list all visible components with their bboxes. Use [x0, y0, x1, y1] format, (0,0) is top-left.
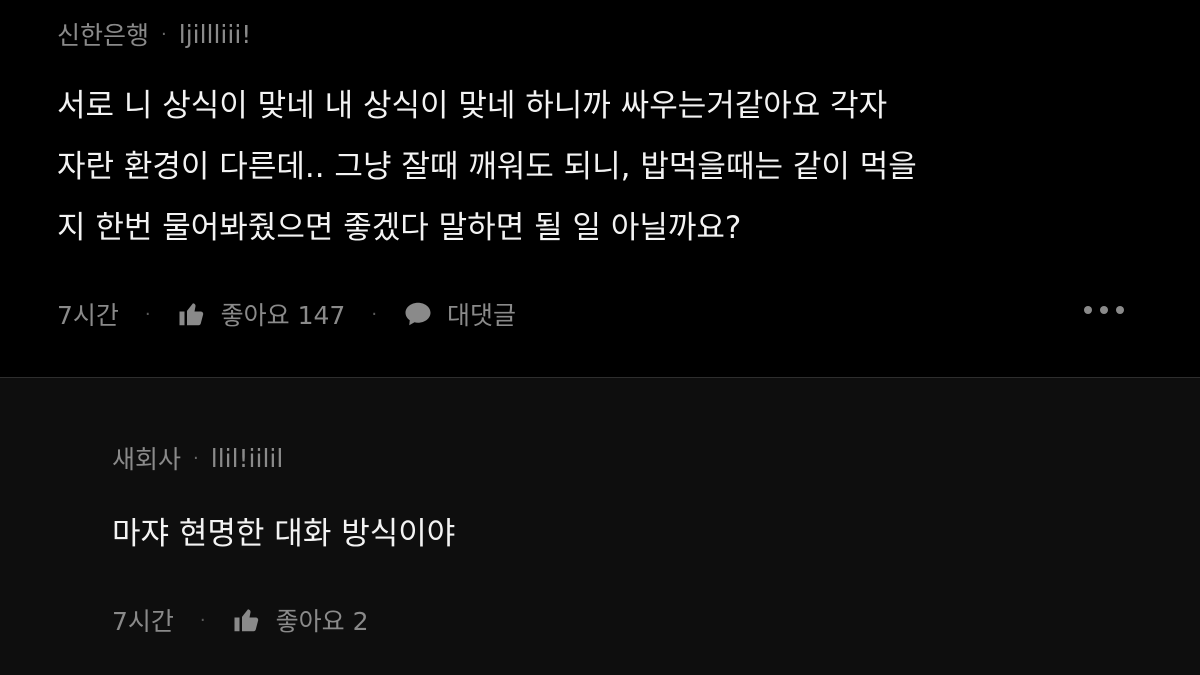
comment-actions: 7시간 · 좋아요 2 — [112, 602, 369, 638]
more-horizontal-icon — [1084, 306, 1092, 314]
more-horizontal-icon — [1100, 306, 1108, 314]
comment-time: 7시간 — [57, 301, 119, 330]
author-nickname[interactable]: llil!iilil — [211, 444, 284, 473]
action-separator: · — [371, 303, 378, 325]
reply-label: 대댓글 — [447, 301, 517, 330]
author-company[interactable]: 신한은행 — [57, 16, 149, 52]
comment-author: 새회사 · llil!iilil — [112, 440, 283, 476]
like-count-label: 좋아요 2 — [275, 607, 369, 636]
like-count-label: 좋아요 147 — [220, 301, 346, 330]
reply-comment-item: 새회사 · llil!iilil 마쟈 현명한 대화 방식이야 7시간 · 좋아… — [0, 378, 1200, 675]
comment-time: 7시간 — [112, 607, 174, 636]
author-nickname[interactable]: ljillliii! — [179, 20, 252, 49]
like-button[interactable]: 좋아요 2 — [232, 602, 369, 638]
comment-actions: 7시간 · 좋아요 147 · 대댓글 — [57, 296, 516, 332]
more-horizontal-icon — [1116, 306, 1124, 314]
thumbs-up-icon — [179, 303, 203, 326]
comment-author: 신한은행 · ljillliii! — [57, 16, 251, 52]
meta-separator: · — [161, 23, 167, 45]
like-button[interactable]: 좋아요 147 — [177, 296, 346, 332]
reply-button[interactable]: 대댓글 — [403, 296, 516, 332]
action-separator: · — [199, 609, 206, 631]
comment-text: 마쟈 현명한 대화 방식이야 — [112, 516, 456, 552]
comment-text: 서로 니 상식이 맞네 내 상식이 맞네 하니까 싸우는거같아요 각자 자란 환… — [57, 88, 917, 246]
more-options-button[interactable] — [1084, 300, 1124, 320]
comment-item: 신한은행 · ljillliii! 서로 니 상식이 맞네 내 상식이 맞네 하… — [0, 0, 1200, 377]
author-company[interactable]: 새회사 — [112, 440, 181, 476]
meta-separator: · — [193, 447, 199, 469]
speech-bubble-icon — [405, 302, 431, 326]
action-separator: · — [144, 303, 151, 325]
thumbs-up-icon — [234, 609, 258, 632]
